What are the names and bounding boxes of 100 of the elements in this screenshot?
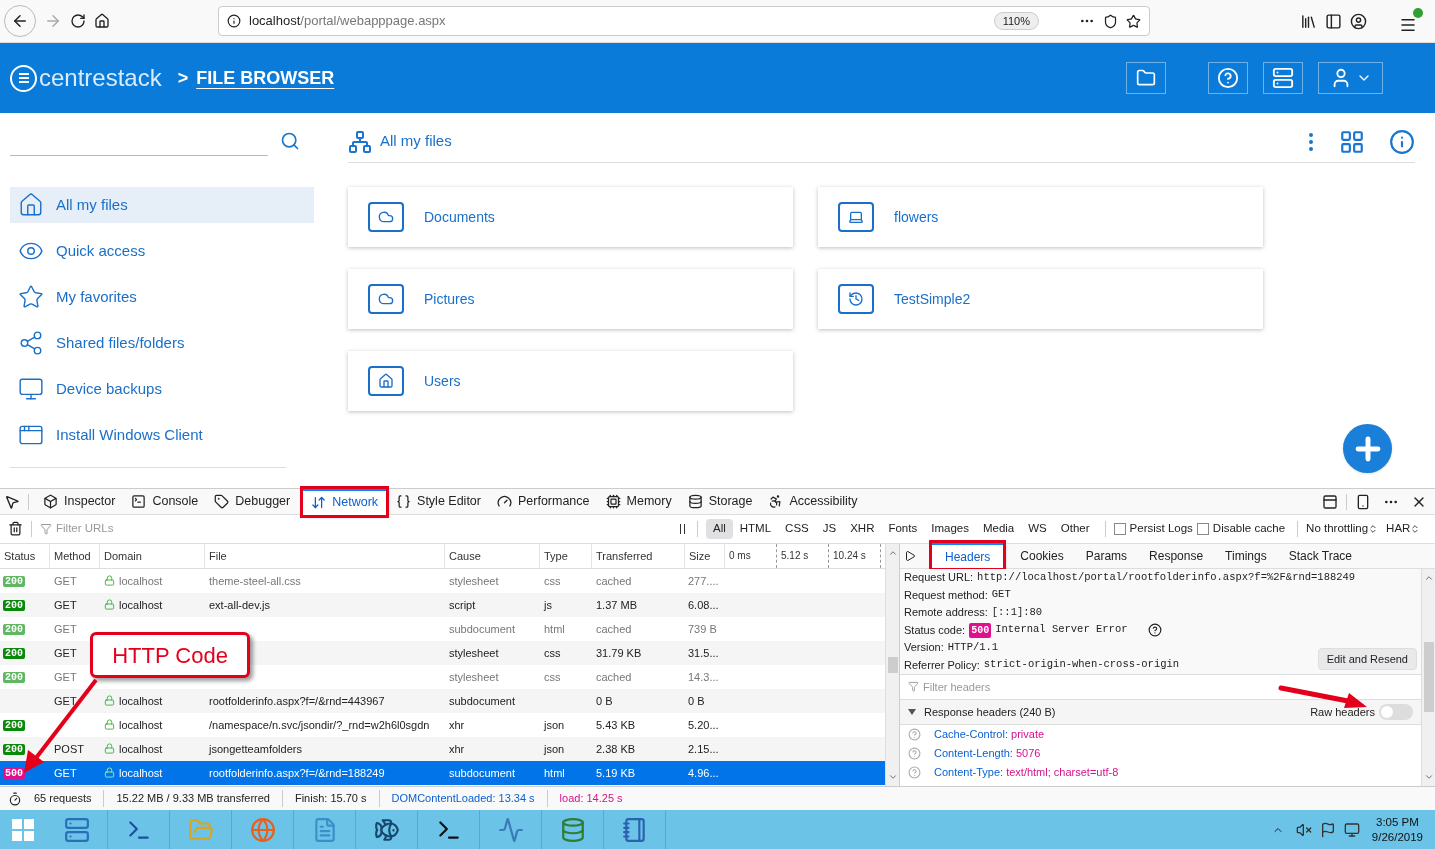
devtools-tab[interactable]: Style Editor: [390, 488, 487, 515]
responsive-icon[interactable]: [1355, 493, 1371, 510]
speaker-muted-icon[interactable]: [1295, 821, 1312, 838]
grid-view-icon[interactable]: [1339, 128, 1365, 155]
type-filter-button[interactable]: WS: [1021, 518, 1054, 539]
library-icon[interactable]: [1300, 12, 1317, 30]
request-row[interactable]: 200 GET localhost ext-all-dev.js script js 1.37 MB 6.08...: [0, 592, 885, 617]
details-tab[interactable]: Cookies: [1011, 543, 1073, 569]
transferred-cell: 5.43 KB: [596, 718, 636, 731]
zoom-level[interactable]: 110%: [993, 11, 1039, 31]
sidebar-item[interactable]: Quick access: [10, 233, 314, 269]
help-button[interactable]: [1208, 62, 1248, 94]
database-icon[interactable]: [559, 816, 586, 843]
transferred-cell: cached: [596, 670, 632, 683]
folder-card[interactable]: Pictures: [348, 269, 793, 329]
details-tab[interactable]: Stack Trace: [1279, 543, 1362, 569]
notebook-icon[interactable]: [621, 816, 648, 843]
server-button[interactable]: [1263, 62, 1303, 94]
folder-card[interactable]: flowers: [818, 187, 1263, 247]
pick-element-icon[interactable]: [4, 493, 20, 510]
column-header[interactable]: Method: [50, 543, 100, 568]
folder-card[interactable]: Users: [348, 351, 793, 411]
twisty-icon[interactable]: [908, 708, 916, 715]
info-icon[interactable]: [1389, 128, 1415, 155]
column-header[interactable]: Size: [685, 543, 725, 568]
stopwatch-icon[interactable]: [8, 791, 22, 806]
home-folder-button[interactable]: [1126, 62, 1166, 94]
scroll-thumb[interactable]: [887, 657, 898, 673]
column-header[interactable]: Domain: [100, 543, 205, 568]
request-row[interactable]: 200 POST localhost jsongetteamfolders xhr json 2.38 KB 2.15...: [0, 736, 885, 761]
status-code: 200: [3, 576, 25, 588]
server-icon[interactable]: [63, 816, 90, 843]
type-filter-button[interactable]: JS: [815, 518, 844, 539]
details-tab[interactable]: Params: [1076, 543, 1137, 569]
user-menu-button[interactable]: [1318, 62, 1383, 94]
folder-card[interactable]: Documents: [348, 187, 793, 247]
scroll-thumb[interactable]: [1423, 642, 1434, 713]
column-header[interactable]: Type: [540, 543, 592, 568]
column-header[interactable]: File: [205, 543, 445, 568]
sidebar-item[interactable]: My favorites: [10, 279, 314, 315]
raw-headers-toggle[interactable]: [1379, 703, 1413, 720]
devtools-tab[interactable]: Storage: [681, 488, 759, 515]
edit-resend-button[interactable]: Edit and Resend: [1317, 647, 1417, 670]
section-header[interactable]: Response headers (240 B) Raw headers: [900, 699, 1421, 725]
devtools-tab[interactable]: Performance: [490, 488, 596, 515]
column-header[interactable]: Cause: [445, 543, 540, 568]
sidebar-icon[interactable]: [1325, 12, 1342, 30]
home-icon[interactable]: [94, 13, 110, 29]
star-icon[interactable]: [1126, 13, 1141, 29]
type-filter-button[interactable]: HTML: [732, 518, 779, 539]
type-filter-button[interactable]: All: [706, 518, 733, 539]
option-checkbox[interactable]: Disable cache: [1196, 520, 1286, 538]
dock-icon[interactable]: [1322, 493, 1338, 510]
scrollbar[interactable]: [1421, 568, 1435, 787]
toggle-panel-icon[interactable]: [904, 549, 916, 562]
details-tab[interactable]: Headers: [932, 543, 1004, 569]
flag-icon[interactable]: [1319, 821, 1336, 838]
clock[interactable]: 3:05 PM 9/26/2019: [1359, 814, 1435, 845]
type-filter-button[interactable]: Media: [975, 518, 1022, 539]
scrollbar[interactable]: [885, 543, 899, 787]
column-header[interactable]: Status: [0, 543, 50, 568]
devtools-tab[interactable]: Memory: [599, 488, 678, 515]
har-menu[interactable]: HAR: [1386, 520, 1421, 538]
trash-icon[interactable]: [8, 521, 23, 537]
sidebar-item[interactable]: Device backups: [10, 371, 314, 407]
sidebar-item[interactable]: Install Windows Client: [10, 417, 314, 453]
devtools-tab[interactable]: Debugger: [208, 488, 297, 515]
address-bar[interactable]: localhost/portal/webapppage.aspx 110%: [218, 6, 1150, 36]
breadcrumb[interactable]: All my files: [380, 130, 452, 153]
type-filter-button[interactable]: XHR: [843, 518, 882, 539]
request-row[interactable]: 500 GET localhost rootfolderinfo.aspx?f=/&rnd=188249 subdocument html 5.19 KB 4.96...: [0, 760, 885, 785]
menu-icon[interactable]: [1399, 8, 1423, 34]
fish-icon[interactable]: [373, 816, 400, 843]
type-filter-button[interactable]: Images: [924, 518, 976, 539]
page-title[interactable]: FILE BROWSER: [196, 64, 335, 92]
pause-icon[interactable]: [680, 523, 685, 534]
add-button[interactable]: [1343, 424, 1392, 473]
type-filter-button[interactable]: CSS: [778, 518, 816, 539]
devtools-tab[interactable]: Inspector: [37, 488, 122, 515]
details-tab[interactable]: Timings: [1216, 543, 1276, 569]
help-icon[interactable]: [1147, 623, 1162, 638]
filter-icon: [908, 681, 919, 693]
folder-name: flowers: [894, 207, 939, 227]
method-cell: POST: [54, 742, 84, 755]
devtools-tab[interactable]: Console: [125, 488, 205, 515]
folder-card[interactable]: TestSimple2: [818, 269, 1263, 329]
throttling-select[interactable]: No throttling: [1306, 520, 1379, 538]
devtools-tab[interactable]: Network: [303, 488, 387, 515]
search-icon[interactable]: [280, 131, 300, 151]
reload-icon[interactable]: [70, 13, 86, 29]
sidebar-item[interactable]: All my files: [10, 187, 314, 223]
type-filter-button[interactable]: Other: [1053, 518, 1097, 539]
type-filter-button[interactable]: Fonts: [881, 518, 925, 539]
sidebar-item[interactable]: Shared files/folders: [10, 325, 314, 361]
details-tab[interactable]: Response: [1140, 543, 1213, 569]
account-icon[interactable]: [1350, 12, 1367, 30]
request-row[interactable]: GET localhost rootfolderinfo.aspx?f=/&rnd=443967 subdocument 0 B 0 B: [0, 688, 885, 713]
devtools-tab[interactable]: Accessibility: [762, 488, 864, 515]
option-checkbox[interactable]: Persist Logs: [1113, 520, 1193, 538]
column-header[interactable]: Transferred: [592, 543, 685, 568]
